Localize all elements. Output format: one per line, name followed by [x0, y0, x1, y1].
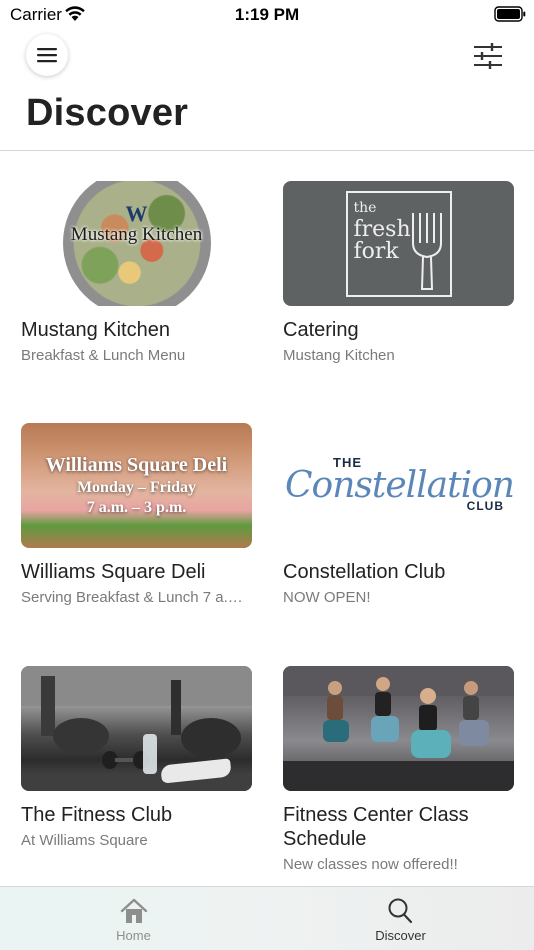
- fresh-fork-logo: the fresh fork: [345, 190, 452, 297]
- deli-image-line1: Williams Square Deli: [45, 454, 228, 476]
- deli-sandwich-image: Williams Square Deli Monday – Friday 7 a…: [21, 423, 252, 548]
- tab-home[interactable]: Home: [0, 887, 267, 950]
- card-subtitle: NOW OPEN!: [283, 589, 371, 606]
- fitness-class-image: [283, 666, 514, 791]
- gym-equipment-image: [21, 666, 252, 791]
- page-title: Discover: [26, 92, 189, 134]
- fork-logo-line3: fork: [353, 238, 399, 264]
- constellation-club-logo: THE Constellation CLUB: [283, 423, 514, 548]
- tab-home-label: Home: [116, 928, 151, 943]
- salad-plate-image: W Mustang Kitchen: [62, 181, 211, 306]
- filter-button[interactable]: [472, 40, 504, 72]
- search-icon: [388, 898, 412, 924]
- status-bar: Carrier 1:19 PM: [0, 0, 534, 30]
- card-constellation-club[interactable]: THE Constellation CLUB Constellation Clu…: [283, 423, 515, 607]
- battery-icon: [494, 6, 526, 22]
- card-title: Constellation Club: [283, 561, 446, 583]
- water-bottle: [143, 734, 157, 774]
- card-title: The Fitness Club: [21, 804, 173, 826]
- card-mustang-kitchen[interactable]: W Mustang Kitchen Mustang Kitchen Breakf…: [21, 181, 253, 365]
- card-title: Catering: [283, 319, 359, 341]
- card-subtitle: New classes now offered!!: [283, 856, 458, 873]
- deli-image-line2: Monday – Friday: [76, 479, 197, 496]
- tab-bar: Home Discover: [0, 886, 534, 950]
- fork-logo-line1: the: [353, 199, 377, 216]
- logo-club: CLUB: [466, 499, 504, 513]
- card-subtitle: Mustang Kitchen: [283, 347, 395, 364]
- squat-class-people: [283, 666, 514, 791]
- menu-button[interactable]: [26, 34, 68, 76]
- deli-image-line3: 7 a.m. – 3 p.m.: [86, 499, 187, 516]
- clock: 1:19 PM: [234, 5, 300, 24]
- card-title: Williams Square Deli: [21, 561, 206, 583]
- tab-discover[interactable]: Discover: [267, 887, 534, 950]
- card-catering[interactable]: the fresh fork Catering Mustang Kitchen: [283, 181, 515, 365]
- card-title: Mustang Kitchen: [21, 319, 170, 341]
- home-icon: [120, 898, 147, 923]
- card-subtitle: At Williams Square: [21, 832, 148, 849]
- card-fitness-class-schedule[interactable]: Fitness Center Class Schedule New classe…: [283, 666, 515, 874]
- card-subtitle: Serving Breakfast & Lunch 7 a.m. – 3 p.m…: [21, 589, 253, 606]
- card-subtitle: Breakfast & Lunch Menu: [21, 347, 186, 364]
- card-title: Fitness Center Class Schedule: [283, 804, 469, 850]
- fork-icon: [411, 212, 442, 290]
- discover-grid: W Mustang Kitchen Mustang Kitchen Breakf…: [0, 151, 534, 886]
- mustang-kitchen-image: W Mustang Kitchen: [21, 181, 252, 306]
- mustang-logo-text: Mustang Kitchen: [70, 224, 203, 245]
- card-williams-square-deli[interactable]: Williams Square Deli Monday – Friday 7 a…: [21, 423, 253, 607]
- catering-image: the fresh fork: [283, 181, 514, 306]
- card-fitness-club[interactable]: The Fitness Club At Williams Square: [21, 666, 253, 850]
- sliders-icon: [474, 43, 502, 69]
- fork-logo-line2: fresh: [353, 216, 411, 242]
- hamburger-icon: [37, 48, 57, 63]
- tab-discover-label: Discover: [375, 928, 426, 943]
